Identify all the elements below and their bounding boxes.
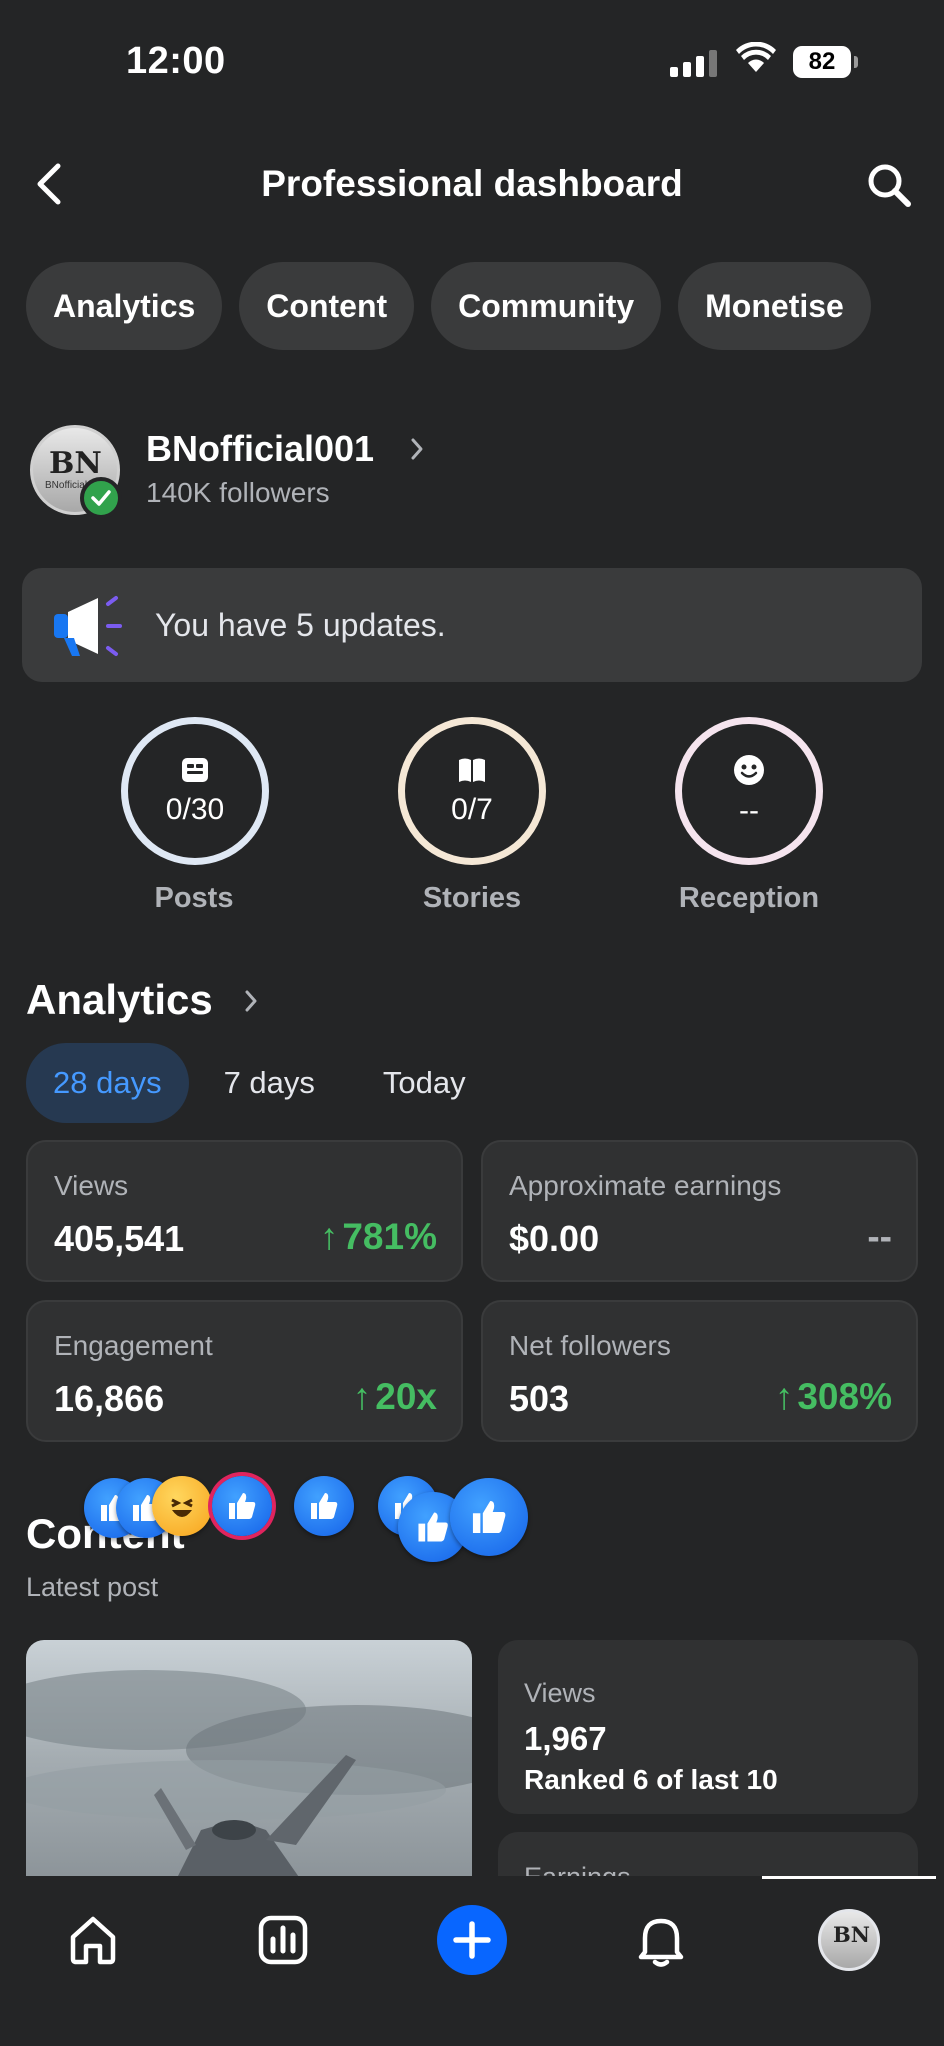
views-delta-value: 781% xyxy=(342,1216,437,1257)
status-time: 12:00 xyxy=(126,40,226,82)
chip-monetise[interactable]: Monetise xyxy=(678,262,871,350)
megaphone-icon xyxy=(52,594,124,663)
net-followers-delta-value: 308% xyxy=(797,1376,892,1417)
post-views-label: Views xyxy=(524,1678,596,1708)
profile-avatar-small: BN xyxy=(818,1909,880,1971)
reception-progress[interactable]: -- xyxy=(675,717,823,865)
earnings-value: $0.00 xyxy=(509,1218,600,1259)
like-reaction-icon xyxy=(294,1476,354,1536)
net-followers-card[interactable]: Net followers 503 ↑ 308% xyxy=(481,1300,918,1442)
reception-label: Reception xyxy=(678,882,820,914)
plus-icon xyxy=(453,1921,491,1959)
chevron-right-icon[interactable] xyxy=(242,988,260,1019)
earnings-label: Approximate earnings xyxy=(509,1170,782,1201)
post-views-value: 1,967 xyxy=(524,1720,607,1757)
stories-value: 0/7 xyxy=(451,793,493,826)
chip-content[interactable]: Content xyxy=(239,262,415,350)
latest-post-label: Latest post xyxy=(26,1572,159,1602)
reception-value: -- xyxy=(739,794,759,827)
post-rank: Ranked 6 of last 10 xyxy=(524,1764,778,1795)
posts-value: 0/30 xyxy=(165,793,225,826)
insights-icon xyxy=(258,1915,308,1965)
nav-notifications[interactable] xyxy=(626,1905,696,1975)
latest-post-views-card[interactable]: Views 1,967 Ranked 6 of last 10 xyxy=(498,1640,918,1814)
book-icon xyxy=(459,758,485,782)
arrow-up-icon: ↑ xyxy=(319,1216,339,1257)
verified-check-icon xyxy=(80,477,122,519)
arrow-up-icon: ↑ xyxy=(774,1376,794,1417)
engagement-card[interactable]: Engagement 16,866 ↑ 20x xyxy=(26,1300,463,1442)
engagement-delta: ↑ 20x xyxy=(353,1376,437,1418)
chip-community[interactable]: Community xyxy=(431,262,662,350)
section-chips: Analytics Content Community Monetise xyxy=(26,262,871,350)
tab-today[interactable]: Today xyxy=(356,1043,493,1123)
date-range-tabs: 28 days 7 days Today xyxy=(26,1043,493,1123)
post-icon xyxy=(182,758,208,782)
follower-count: 140K followers xyxy=(146,477,330,508)
haha-reaction-icon xyxy=(152,1476,212,1536)
smiley-icon xyxy=(734,755,764,785)
reception-ring: -- xyxy=(675,717,823,865)
stories-ring: 0/7 xyxy=(398,717,546,865)
battery-tip xyxy=(854,56,858,68)
views-label: Views xyxy=(54,1170,129,1201)
avatar-logo-text: BN xyxy=(833,1922,870,1947)
nav-create[interactable] xyxy=(437,1905,507,1975)
nav-insights[interactable] xyxy=(248,1905,318,1975)
updates-text: You have 5 updates. xyxy=(155,607,446,643)
like-reaction-icon xyxy=(212,1476,272,1536)
wifi-icon xyxy=(735,41,777,79)
chip-analytics[interactable]: Analytics xyxy=(26,262,223,350)
net-followers-delta: ↑ 308% xyxy=(775,1376,892,1418)
views-delta: ↑ 781% xyxy=(320,1216,437,1258)
views-card[interactable]: Views 405,541 ↑ 781% xyxy=(26,1140,463,1282)
analytics-heading[interactable]: Analytics xyxy=(26,976,213,1024)
posts-label: Posts xyxy=(154,882,234,914)
posts-progress[interactable]: 0/30 xyxy=(121,717,269,865)
tab-28-days[interactable]: 28 days xyxy=(26,1043,189,1123)
net-followers-value: 503 xyxy=(509,1378,570,1419)
views-value: 405,541 xyxy=(54,1218,185,1259)
search-button[interactable] xyxy=(866,162,912,213)
nav-profile[interactable]: BN xyxy=(814,1905,884,1975)
engagement-label: Engagement xyxy=(54,1330,213,1361)
search-icon xyxy=(868,164,911,207)
engagement-delta-value: 20x xyxy=(375,1376,437,1417)
stories-label: Stories xyxy=(422,882,522,914)
battery-indicator: 82 xyxy=(793,46,851,78)
tab-7-days[interactable]: 7 days xyxy=(197,1043,342,1123)
profile-name[interactable]: BNofficial001 xyxy=(146,428,374,470)
arrow-up-icon: ↑ xyxy=(352,1376,372,1417)
home-icon xyxy=(70,1916,116,1965)
engagement-value: 16,866 xyxy=(54,1378,165,1419)
chevron-right-icon[interactable] xyxy=(408,436,426,467)
net-followers-label: Net followers xyxy=(509,1330,671,1361)
posts-ring: 0/30 xyxy=(121,717,269,865)
cellular-signal-icon xyxy=(670,50,717,77)
notifications-icon xyxy=(638,1918,684,1967)
page-title: Professional dashboard xyxy=(261,163,683,204)
latest-post-thumbnail[interactable] xyxy=(26,1640,472,1880)
avatar-logo-text: BN xyxy=(49,446,102,481)
nav-home[interactable] xyxy=(58,1905,128,1975)
like-reaction-icon xyxy=(450,1478,528,1556)
earnings-card[interactable]: Approximate earnings $0.00 -- xyxy=(481,1140,918,1282)
active-tab-indicator xyxy=(762,1876,936,1879)
stories-progress[interactable]: 0/7 xyxy=(398,717,546,865)
earnings-delta: -- xyxy=(867,1216,892,1257)
